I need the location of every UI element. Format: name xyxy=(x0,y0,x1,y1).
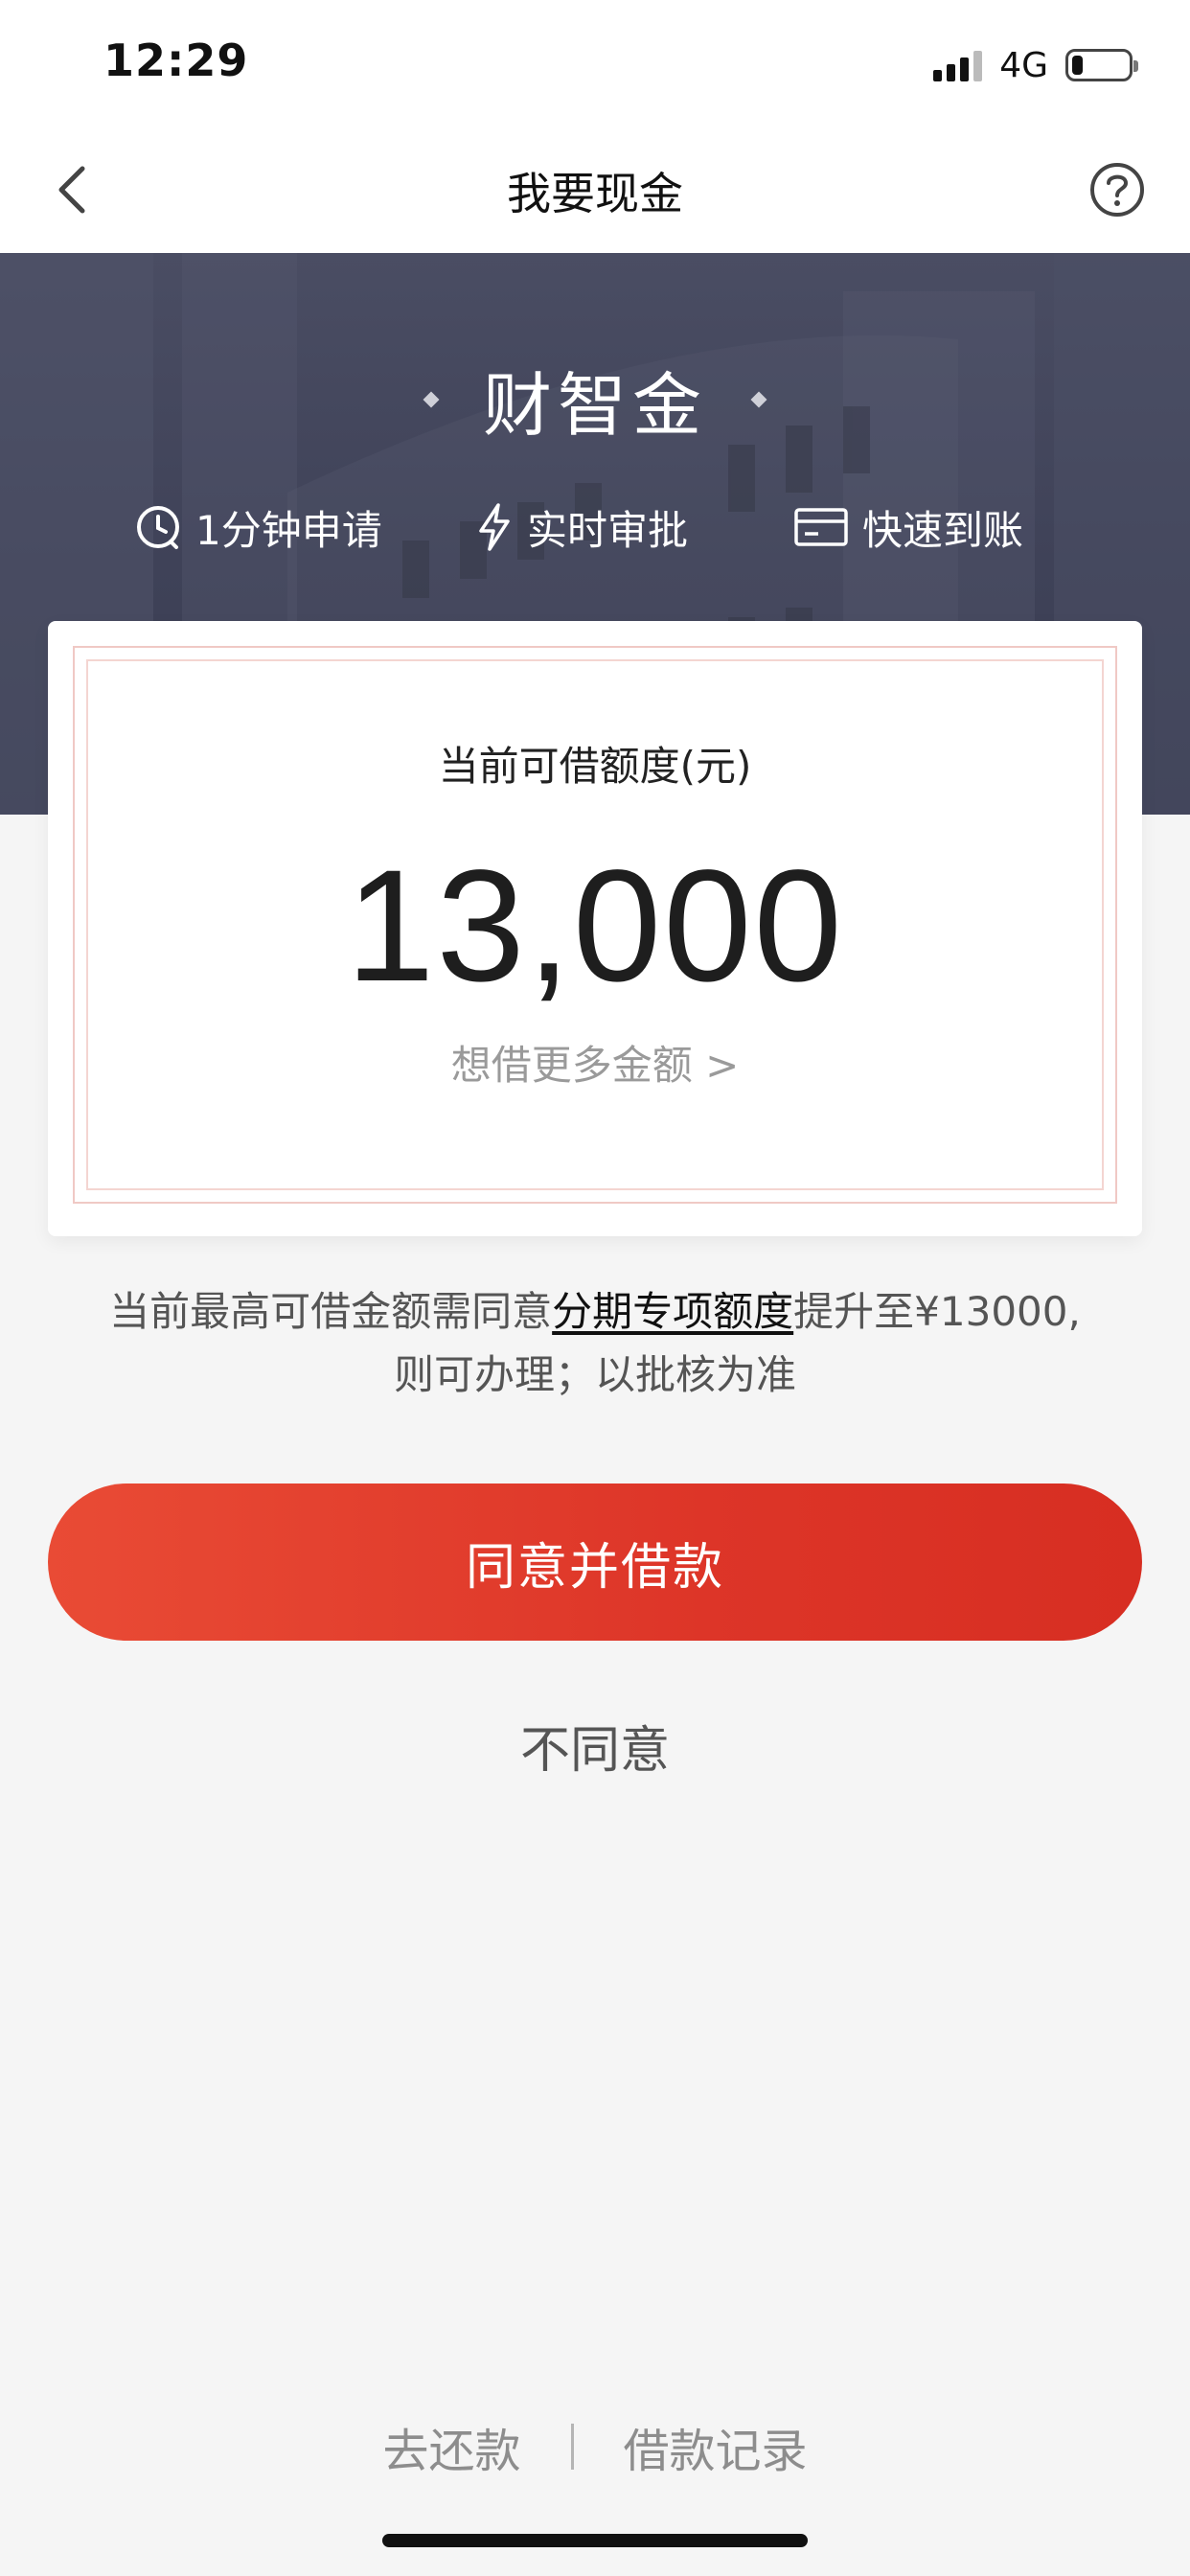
battery-level xyxy=(1072,56,1083,75)
credit-limit-label: 当前可借额度(元) xyxy=(438,743,752,790)
lightning-icon xyxy=(479,503,510,551)
notice-text: 提升至¥13000, xyxy=(793,1288,1081,1335)
brand-row: 财智金 xyxy=(0,349,1190,449)
divider xyxy=(570,2424,574,2470)
diamond-icon xyxy=(750,391,767,407)
status-bar: 12:29 4G xyxy=(0,0,1190,126)
agree-and-borrow-button[interactable]: 同意并借款 xyxy=(48,1484,1142,1641)
home-indicator xyxy=(382,2534,808,2547)
footer-links: 去还款 借款记录 xyxy=(0,2413,1190,2480)
question-circle-icon xyxy=(1090,163,1144,217)
status-time: 12:29 xyxy=(103,34,249,86)
repay-link[interactable]: 去还款 xyxy=(382,2413,520,2480)
feature-list: 1分钟申请 实时审批 快速到账 xyxy=(0,498,1190,556)
battery-icon xyxy=(1065,49,1138,81)
notice-text: 当前最高可借金额需同意 xyxy=(109,1288,553,1335)
credit-limit-card: 当前可借额度(元) 13,000 想借更多金额 > xyxy=(48,621,1142,1236)
card-icon xyxy=(794,508,848,546)
status-indicators: 4G xyxy=(933,42,1138,88)
loan-records-link[interactable]: 借款记录 xyxy=(624,2413,808,2480)
feature-item-apply: 1分钟申请 xyxy=(134,498,382,556)
brand-name: 财智金 xyxy=(482,365,707,446)
signal-strength-icon xyxy=(933,49,983,81)
credit-limit-amount: 13,000 xyxy=(346,838,844,1015)
help-button[interactable] xyxy=(1083,155,1152,224)
feature-item-arrival: 快速到账 xyxy=(793,498,1023,556)
feature-item-approval: 实时审批 xyxy=(475,498,688,556)
disagree-button[interactable]: 不同意 xyxy=(0,1710,1190,1782)
notice-text: 则可办理；以批核为准 xyxy=(393,1351,796,1398)
nav-bar: 我要现金 xyxy=(0,126,1190,253)
page-title: 我要现金 xyxy=(507,168,683,219)
feature-label: 1分钟申请 xyxy=(195,506,382,554)
diamond-icon xyxy=(423,391,440,407)
feature-label: 实时审批 xyxy=(527,506,689,554)
clock-icon xyxy=(137,506,179,549)
feature-label: 快速到账 xyxy=(862,506,1024,554)
limit-notice: 当前最高可借金额需同意分期专项额度提升至¥13000, 则可办理；以批核为准 xyxy=(57,1280,1133,1407)
installment-limit-link[interactable]: 分期专项额度 xyxy=(552,1288,793,1335)
borrow-more-link[interactable]: 想借更多金额 > xyxy=(48,1033,1142,1092)
network-type: 4G xyxy=(999,45,1048,85)
